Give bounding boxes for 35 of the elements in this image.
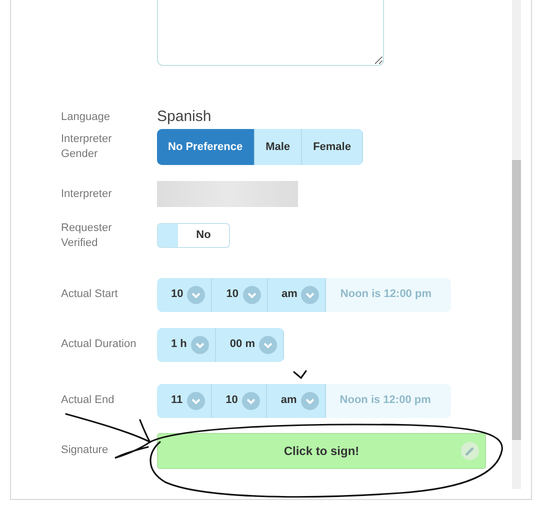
field-label: Interpreter bbox=[61, 186, 113, 202]
scrollbar[interactable] bbox=[512, 0, 521, 489]
sign-button[interactable]: Click to sign! bbox=[157, 432, 486, 469]
chevron-down-icon bbox=[301, 286, 320, 304]
scrollbar-thumb[interactable] bbox=[512, 160, 521, 440]
field-label: Signature bbox=[61, 443, 110, 458]
field-label: Actual Start bbox=[61, 287, 119, 302]
pencil-icon bbox=[461, 442, 479, 460]
field-label: Actual Duration bbox=[61, 337, 138, 352]
option-button[interactable]: No Preference bbox=[157, 128, 255, 165]
chevron-down-icon bbox=[190, 336, 209, 354]
field-label: Language bbox=[61, 110, 111, 125]
field-value: Spanish bbox=[157, 107, 212, 127]
field-label: Interpreter Gender bbox=[61, 132, 113, 162]
text-area[interactable] bbox=[157, 0, 384, 66]
time-select[interactable]: 10 bbox=[157, 278, 212, 312]
time-select[interactable]: am bbox=[266, 384, 326, 418]
chevron-down-icon bbox=[187, 286, 206, 304]
time-select[interactable]: 10 bbox=[212, 278, 268, 312]
time-select[interactable]: 1 h bbox=[157, 328, 216, 362]
chevron-down-icon bbox=[258, 336, 277, 354]
time-select[interactable]: 10 bbox=[212, 384, 267, 418]
chevron-down-icon bbox=[242, 392, 260, 410]
chevron-down-icon bbox=[242, 286, 260, 304]
time-select[interactable]: 00 m bbox=[216, 328, 284, 362]
time-select[interactable]: am bbox=[268, 278, 326, 312]
field-label: Actual End bbox=[61, 393, 116, 408]
ink-tick bbox=[293, 370, 307, 380]
toggle-switch[interactable]: No bbox=[157, 223, 230, 248]
time-select[interactable]: 11 bbox=[157, 384, 212, 418]
hint-text: Noon is 12:00 pm bbox=[326, 278, 452, 312]
chevron-down-icon bbox=[300, 392, 319, 410]
chevron-down-icon bbox=[186, 392, 205, 410]
field-label: Requester Verified bbox=[61, 221, 113, 251]
hint-text: Noon is 12:00 pm bbox=[326, 384, 451, 418]
